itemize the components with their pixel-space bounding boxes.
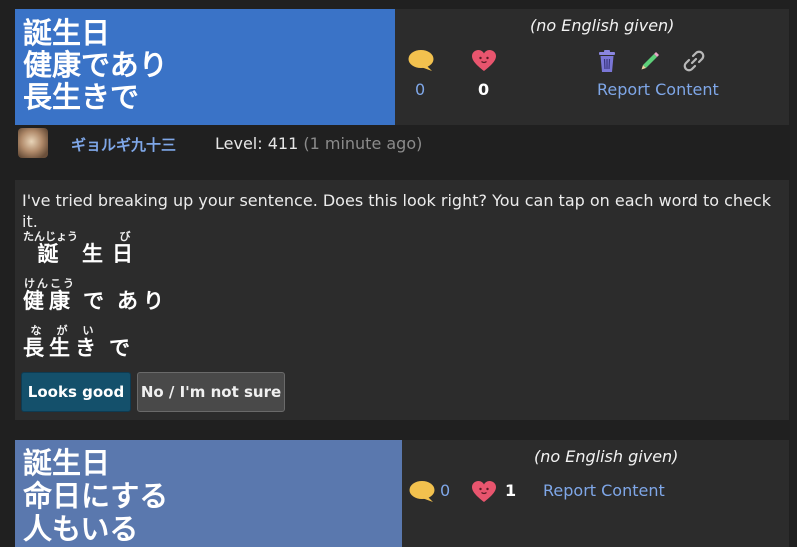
user-level: Level: 411 (1 minute ago) <box>215 134 422 153</box>
post-card-1: 誕生日 健康であり 長生きで (no English given) 0 0 Re… <box>15 9 789 125</box>
breakup-message: I've tried breaking up your sentence. Do… <box>22 191 771 231</box>
word-token[interactable]: 日び <box>112 230 138 268</box>
like-count: 1 <box>505 481 517 500</box>
segmented-line: 誕たんじょう生 日び <box>23 230 146 268</box>
word-token[interactable]: 健康けんこう <box>23 277 75 315</box>
word-token[interactable]: 誕たんじょう <box>23 230 78 268</box>
japanese-line: 長生きで <box>23 80 140 114</box>
level-text: Level: 411 <box>215 134 299 153</box>
trash-icon[interactable] <box>597 49 617 73</box>
username-link[interactable]: ギョルギ九十三 <box>71 134 176 155</box>
japanese-line: 誕生日 <box>23 16 111 50</box>
post-card-2: 誕生日 命日にする 人もいる (no English given) 0 1 Re… <box>15 440 789 547</box>
japanese-line: 誕生日 <box>23 446 111 480</box>
speech-bubble-icon[interactable] <box>408 480 436 504</box>
like-count: 0 <box>478 80 490 99</box>
report-content-link[interactable]: Report Content <box>597 80 719 99</box>
no-english-label: (no English given) <box>534 447 679 466</box>
word-token[interactable]: あり <box>117 285 169 315</box>
not-sure-button[interactable]: No / I'm not sure <box>137 372 285 412</box>
segmented-line: 長生きながいで <box>23 324 143 362</box>
japanese-line: 健康であり <box>23 48 168 82</box>
pencil-icon[interactable] <box>639 50 661 72</box>
segmented-line: 健康けんこうで あり <box>23 277 177 315</box>
word-token[interactable]: 生 <box>82 238 108 268</box>
sentence-breakup-card: I've tried breaking up your sentence. Do… <box>15 180 789 420</box>
post-1-japanese-text[interactable]: 誕生日 健康であり 長生きで <box>15 9 395 125</box>
no-english-label: (no English given) <box>530 16 675 35</box>
heart-icon[interactable] <box>471 480 497 504</box>
link-icon[interactable] <box>682 49 706 73</box>
timestamp: (1 minute ago) <box>303 134 423 153</box>
report-content-link[interactable]: Report Content <box>543 481 665 500</box>
post-2-japanese-text[interactable]: 誕生日 命日にする 人もいる <box>15 440 402 547</box>
speech-bubble-icon[interactable] <box>407 49 435 73</box>
heart-icon[interactable] <box>471 49 497 73</box>
looks-good-button[interactable]: Looks good <box>21 372 131 412</box>
comment-count[interactable]: 0 <box>440 481 450 500</box>
japanese-line: 人もいる <box>23 512 139 546</box>
word-token[interactable]: で <box>109 332 135 362</box>
comment-count[interactable]: 0 <box>415 80 425 99</box>
word-token[interactable]: で <box>83 285 109 315</box>
word-token[interactable]: 長生きながい <box>23 324 101 362</box>
avatar[interactable] <box>18 128 48 158</box>
japanese-line: 命日にする <box>23 479 169 513</box>
